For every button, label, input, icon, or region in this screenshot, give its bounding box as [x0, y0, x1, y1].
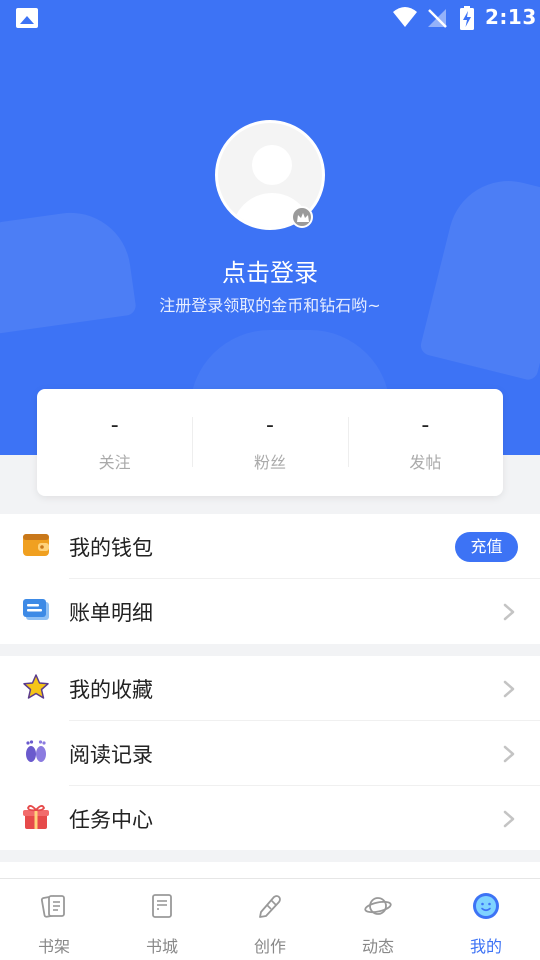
stat-value: - — [421, 413, 430, 438]
book-icon — [152, 894, 172, 918]
profile-page: 2:13 点击登录 注册登录领取的金币和钻石哟~ - 关注 - 粉丝 - 发帖 — [0, 0, 540, 960]
login-subtitle: 注册登录领取的金币和钻石哟~ — [159, 296, 381, 315]
star-icon — [23, 674, 49, 699]
wallet-icon — [23, 534, 49, 556]
chevron-right-icon — [503, 810, 515, 828]
image-notification-icon — [16, 8, 38, 28]
stat-posts[interactable]: - 发帖 — [347, 389, 503, 496]
menu-item-history[interactable]: 阅读记录 — [0, 721, 540, 786]
stats-card: - 关注 - 粉丝 - 发帖 — [37, 389, 503, 496]
menu-group-wallet: 我的钱包 充值 账单明细 — [0, 514, 540, 644]
login-title[interactable]: 点击登录 — [0, 253, 540, 288]
nav-label: 创作 — [253, 937, 286, 956]
stat-label: 粉丝 — [253, 453, 286, 472]
nav-item-bookstore[interactable]: 书城 — [108, 879, 216, 960]
stat-label: 发帖 — [409, 453, 442, 472]
chevron-right-icon — [503, 680, 515, 698]
nav-item-mine[interactable]: 我的 — [432, 879, 540, 960]
stat-followers[interactable]: - 粉丝 — [192, 389, 347, 496]
gift-icon — [23, 805, 49, 829]
menu-item-tasks[interactable]: 任务中心 — [0, 786, 540, 851]
nav-label: 书城 — [145, 937, 178, 956]
profile-face-icon — [473, 893, 499, 919]
battery-charging-icon — [460, 6, 474, 30]
wifi-icon — [393, 7, 417, 27]
recharge-button[interactable]: 充值 — [455, 532, 518, 562]
menu-label: 任务中心 — [69, 808, 153, 832]
profile-header: 2:13 点击登录 注册登录领取的金币和钻石哟~ — [0, 0, 540, 455]
nav-label: 我的 — [469, 937, 502, 956]
nav-item-feed[interactable]: 动态 — [324, 879, 432, 960]
chevron-right-icon — [503, 603, 515, 621]
no-signal-icon — [428, 9, 447, 28]
stat-value: - — [266, 413, 274, 438]
menu-item-wallet[interactable]: 我的钱包 充值 — [0, 514, 540, 579]
avatar-placeholder-head — [252, 145, 292, 185]
nav-item-bookshelf[interactable]: 书架 — [0, 879, 108, 960]
menu-item-bills[interactable]: 账单明细 — [0, 579, 540, 644]
stat-value: - — [110, 413, 119, 438]
nav-item-create[interactable]: 创作 — [216, 879, 324, 960]
menu-label: 账单明细 — [69, 601, 153, 625]
planet-icon — [364, 897, 392, 915]
menu-label: 我的收藏 — [69, 678, 153, 702]
pencil-icon — [259, 895, 281, 918]
menu-label: 我的钱包 — [69, 536, 153, 560]
nav-label: 书架 — [37, 937, 70, 956]
bill-icon — [23, 599, 49, 620]
menu-group-activity: 我的收藏 阅读记录 任务中心 — [0, 656, 540, 850]
menu-item-favorites[interactable]: 我的收藏 — [0, 656, 540, 721]
status-time: 2:13 — [485, 5, 537, 29]
bottom-nav: 书架 书城 创作 动态 我的 — [0, 878, 540, 960]
vip-crown-icon — [291, 206, 313, 228]
nav-label: 动态 — [361, 937, 394, 956]
stat-following[interactable]: - 关注 — [37, 389, 192, 496]
menu-label: 阅读记录 — [69, 743, 153, 767]
footprints-icon — [26, 740, 46, 762]
stat-label: 关注 — [98, 453, 131, 472]
status-bar: 2:13 — [0, 0, 540, 36]
chevron-right-icon — [503, 745, 515, 763]
bookshelf-icon — [40, 895, 65, 918]
